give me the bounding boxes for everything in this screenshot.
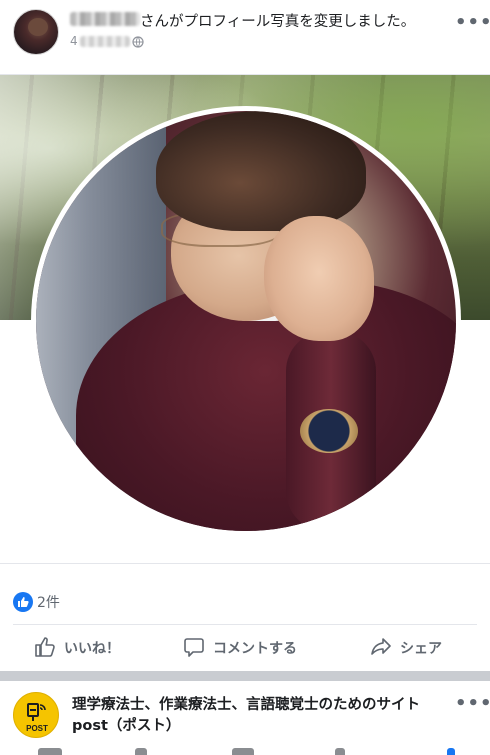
post-logo-icon	[27, 703, 46, 721]
logo-text: POST	[26, 724, 48, 733]
share-button[interactable]: シェア	[370, 634, 460, 662]
post-action-bar: いいね！ コメントする シェア	[0, 628, 490, 668]
page-name[interactable]: 理学療法士、作業療法士、言語聴覚士のためのサイト post（ポスト）	[72, 695, 452, 737]
like-label: いいね！	[64, 641, 120, 657]
globe-icon	[132, 36, 144, 48]
post-more-options-button[interactable]: •••	[455, 12, 490, 33]
feed-separator	[0, 671, 490, 681]
post-header-text: さんがプロフィール写真を変更しました。	[140, 14, 416, 30]
share-label: シェア	[400, 641, 442, 657]
comment-icon	[184, 638, 204, 657]
profile-photo-attachment[interactable]	[0, 74, 490, 564]
reaction-count: 2件	[37, 595, 60, 611]
timestamp-redacted	[80, 36, 130, 47]
tab-bar-peek	[0, 748, 490, 755]
thumbs-up-icon	[35, 637, 55, 657]
comment-button[interactable]: コメントする	[183, 634, 323, 662]
profile-photo[interactable]	[36, 111, 456, 531]
author-avatar[interactable]	[13, 9, 59, 55]
share-arrow-icon	[371, 638, 391, 655]
author-name-redacted[interactable]	[70, 12, 140, 26]
reactions-summary[interactable]: 2件	[0, 586, 490, 616]
page-avatar[interactable]: POST	[13, 692, 59, 738]
next-post-more-options-button[interactable]: •••	[455, 693, 490, 714]
next-post-header: POST 理学療法士、作業療法士、言語聴覚士のためのサイト post（ポスト） …	[0, 681, 490, 755]
like-reaction-icon	[13, 592, 33, 612]
divider	[13, 624, 477, 625]
post-timestamp[interactable]: 4	[70, 34, 78, 48]
page-name-line-2: post（ポスト）	[72, 718, 181, 734]
page-name-line-1: 理学療法士、作業療法士、言語聴覚士のためのサイト	[72, 697, 420, 713]
post-header: さんがプロフィール写真を変更しました。 4 •••	[0, 0, 490, 62]
like-button[interactable]: いいね！	[34, 634, 134, 662]
comment-label: コメントする	[213, 641, 297, 657]
